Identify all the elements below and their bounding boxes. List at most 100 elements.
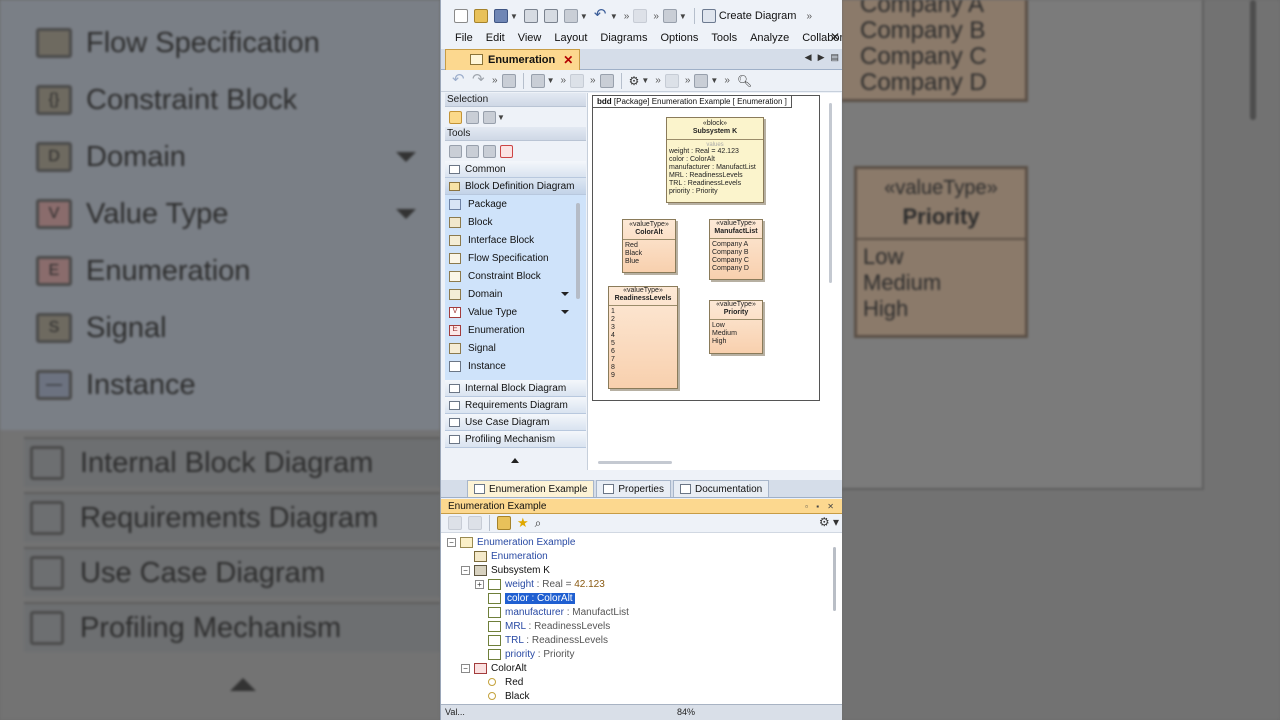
- tree-node[interactable]: Enumeration: [461, 549, 548, 563]
- enumeration-literal[interactable]: Black: [623, 250, 675, 258]
- palette-item-block[interactable]: Block: [445, 213, 586, 231]
- tab-next-icon[interactable]: ▶: [818, 52, 825, 63]
- palette-item-package[interactable]: Package: [445, 195, 586, 213]
- layout-icon[interactable]: [501, 73, 516, 88]
- diagram-canvas[interactable]: bdd [Package] Enumeration Example [ Enum…: [587, 93, 841, 470]
- tree-node[interactable]: − ColorAlt: [461, 661, 527, 675]
- tree-node[interactable]: Red: [475, 675, 523, 689]
- enumeration-literal[interactable]: Low: [710, 322, 762, 330]
- tab-enumeration-example[interactable]: Enumeration Example: [467, 480, 595, 497]
- block-value-line[interactable]: MRL : ReadinessLevels: [667, 172, 763, 180]
- enumeration-literal[interactable]: Company B: [710, 249, 762, 257]
- undo-icon[interactable]: [594, 5, 608, 23]
- open-project-icon[interactable]: [474, 9, 488, 23]
- palette-scroll-up-icon[interactable]: [511, 458, 519, 463]
- palette-item-instance[interactable]: Instance: [445, 357, 586, 375]
- enumeration-literal[interactable]: Company D: [710, 265, 762, 273]
- enumeration-literal[interactable]: 7: [609, 356, 677, 364]
- toolbar-overflow-icon[interactable]: »: [624, 11, 629, 22]
- expand-icon[interactable]: [468, 516, 482, 530]
- tree-node[interactable]: Black: [475, 689, 529, 703]
- grid-dropdown-icon[interactable]: ▼: [710, 76, 718, 85]
- close-tab-icon[interactable]: ✕: [563, 53, 573, 67]
- palette-group-internal-block-diagram[interactable]: Internal Block Diagram: [445, 380, 586, 397]
- enumeration-literal[interactable]: 9: [609, 372, 677, 380]
- palette-group-use-case-diagram[interactable]: Use Case Diagram: [445, 414, 586, 431]
- palette-item-domain[interactable]: Domain: [445, 285, 586, 303]
- hierarchy-dropdown-icon[interactable]: ▼: [547, 76, 555, 85]
- collapse-icon[interactable]: [448, 516, 462, 530]
- tree-node[interactable]: + weight : Real = 42.123: [475, 577, 605, 591]
- settings-gear-icon[interactable]: ⚙: [629, 74, 640, 88]
- block-value-line[interactable]: priority : Priority: [667, 188, 763, 196]
- toolbar-overflow-icon-2[interactable]: »: [653, 11, 658, 22]
- settings-dropdown-icon[interactable]: ▼: [641, 76, 649, 85]
- zoom-search-icon[interactable]: 🔍︎: [737, 74, 752, 88]
- palette-item-signal[interactable]: Signal: [445, 339, 586, 357]
- tab-previous-icon[interactable]: ◀: [805, 52, 812, 63]
- enumeration-literal[interactable]: 2: [609, 316, 677, 324]
- rectangle-select-icon[interactable]: [483, 110, 496, 124]
- block-value-line[interactable]: manufacturer : ManufactList: [667, 164, 763, 172]
- enumeration-literal[interactable]: 5: [609, 340, 677, 348]
- enumeration-literal[interactable]: 1: [609, 308, 677, 316]
- valuetype-readinesslevels[interactable]: «valueType» ReadinessLevels 1 2 3 4 5 6 7 8 9: [608, 286, 678, 389]
- tree-node[interactable]: − Subsystem K: [461, 563, 550, 577]
- palette-item-constraint-block[interactable]: Constraint Block: [445, 267, 586, 285]
- tree-settings-gear-icon[interactable]: ⚙ ▾: [819, 515, 839, 529]
- copy-icon[interactable]: [563, 9, 578, 23]
- diagram-toolbar-overflow-icon-3[interactable]: »: [590, 75, 595, 86]
- menu-analyze[interactable]: Analyze: [743, 32, 795, 44]
- tree-node[interactable]: color : ColorAlt: [475, 591, 576, 605]
- zoom-level[interactable]: 84%: [677, 707, 695, 717]
- enumeration-literal[interactable]: 6: [609, 348, 677, 356]
- undo-dropdown-icon[interactable]: ▼: [610, 12, 618, 21]
- menu-edit[interactable]: Edit: [479, 32, 511, 44]
- tab-enumeration[interactable]: Enumeration ✕: [445, 48, 581, 70]
- tree-search-icon[interactable]: ⌕: [535, 516, 542, 531]
- menu-file[interactable]: File: [448, 32, 479, 44]
- print-preview-icon[interactable]: [543, 9, 558, 23]
- new-project-icon[interactable]: [454, 9, 468, 23]
- tab-documentation[interactable]: Documentation: [672, 480, 770, 497]
- diagram-toolbar-overflow-icon-4[interactable]: »: [655, 75, 660, 86]
- block-value-line[interactable]: color : ColorAlt: [667, 156, 763, 164]
- panel-window-buttons[interactable]: ▫ ▪ ✕: [805, 499, 837, 514]
- align-tool-icon[interactable]: [483, 144, 496, 158]
- palette-item-enumeration[interactable]: E Enumeration: [445, 321, 586, 339]
- block-value-line[interactable]: TRL : ReadinessLevels: [667, 180, 763, 188]
- palette-item-interface-block[interactable]: Interface Block: [445, 231, 586, 249]
- enumeration-literal[interactable]: Blue: [623, 258, 675, 266]
- enumeration-literal[interactable]: Red: [623, 242, 675, 250]
- menu-tools[interactable]: Tools: [704, 32, 743, 44]
- tree-scrollbar[interactable]: [833, 547, 836, 611]
- tab-list-icon[interactable]: ▤: [830, 52, 839, 63]
- menu-layout[interactable]: Layout: [547, 32, 593, 44]
- canvas-vertical-scrollbar[interactable]: [829, 103, 832, 283]
- menu-view[interactable]: View: [511, 32, 548, 44]
- stamp-tool-icon[interactable]: [449, 144, 462, 158]
- save-icon[interactable]: [494, 9, 508, 23]
- palette-item-dropdown-icon[interactable]: [561, 292, 569, 296]
- valuetype-manufactlist[interactable]: «valueType» ManufactList Company A Company …: [709, 219, 763, 280]
- palette-group-common[interactable]: Common: [445, 161, 586, 178]
- block-value-line[interactable]: weight : Real = 42.123: [667, 148, 763, 156]
- valuetype-priority[interactable]: «valueType» Priority Low Medium High: [709, 300, 763, 354]
- palette-group-block-definition-diagram[interactable]: Block Definition Diagram: [445, 178, 586, 195]
- grid-icon[interactable]: [694, 73, 709, 88]
- diagram-wizard-icon[interactable]: [662, 9, 677, 23]
- tree-node[interactable]: − Enumeration Example: [447, 535, 575, 549]
- select-arrow-icon[interactable]: [449, 110, 462, 124]
- close-window-icon[interactable]: ✕: [830, 30, 840, 44]
- valuetype-coloralt[interactable]: «valueType» ColorAlt Red Black Blue: [622, 219, 676, 273]
- tree-node[interactable]: priority : Priority: [475, 647, 574, 661]
- palette-item-value-type[interactable]: V Value Type: [445, 303, 586, 321]
- palette-group-requirements-diagram[interactable]: Requirements Diagram: [445, 397, 586, 414]
- diagram-toolbar-overflow-icon-5[interactable]: »: [685, 75, 690, 86]
- create-diagram-button[interactable]: Create Diagram: [699, 9, 796, 23]
- enumeration-literal[interactable]: 3: [609, 324, 677, 332]
- block-subsystem-k[interactable]: «block» Subsystem K values weight : Real…: [666, 117, 764, 203]
- canvas-horizontal-scrollbar[interactable]: [598, 461, 672, 464]
- diagram-toolbar-overflow-icon-6[interactable]: »: [724, 75, 729, 86]
- text-tool-icon[interactable]: [500, 144, 513, 158]
